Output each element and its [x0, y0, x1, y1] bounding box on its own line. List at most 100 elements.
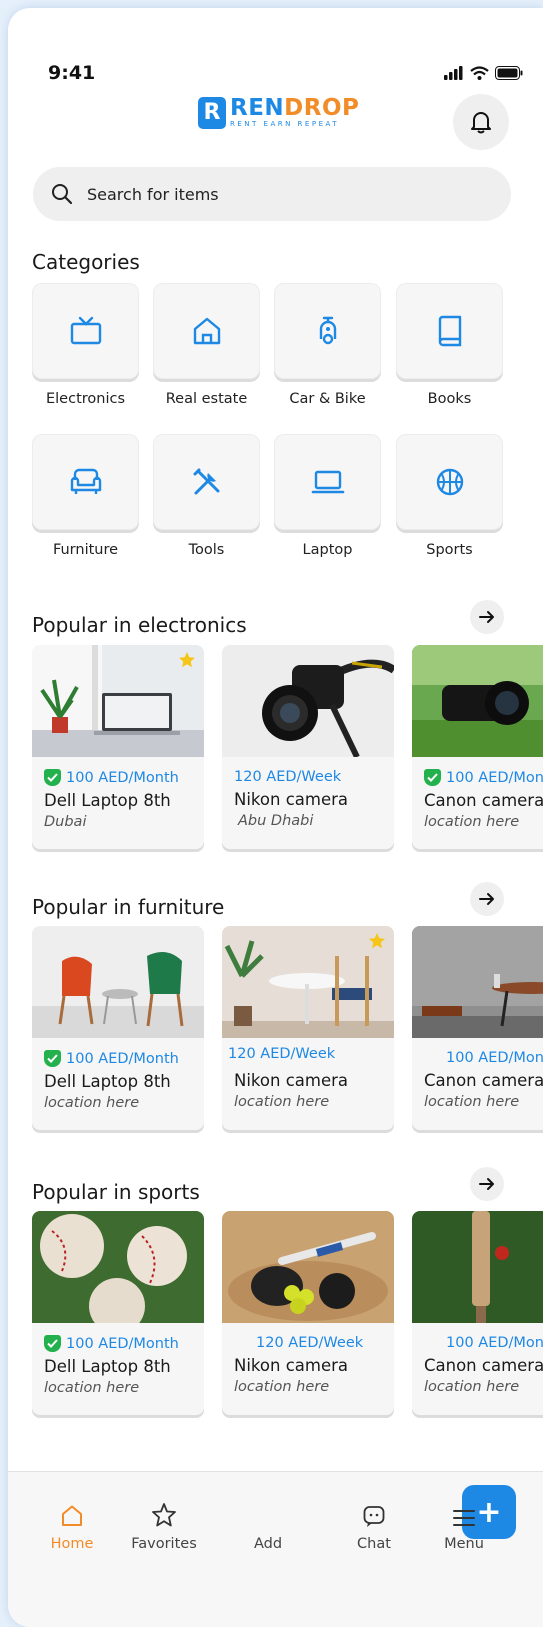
- product-card[interactable]: 120 AED/Week Nikon camera location here: [222, 926, 394, 1130]
- price-row: 100 AED/Month: [424, 769, 543, 786]
- category-label: Real estate: [165, 391, 248, 407]
- product-name: Dell Laptop 8th: [44, 791, 171, 810]
- see-all-sports-button[interactable]: [470, 1167, 504, 1201]
- wifi-icon: [470, 66, 489, 80]
- table-photo: [222, 926, 394, 1038]
- price-row: 120 AED/Week: [234, 769, 394, 785]
- price-row: 120 AED/Week: [256, 1335, 394, 1351]
- chairs-photo: [32, 926, 204, 1038]
- categories-title: Categories: [32, 250, 140, 274]
- product-card[interactable]: 120 AED/Week Nikon camera location here: [222, 1211, 394, 1415]
- book-icon: [438, 315, 461, 347]
- nav-label: Add: [253, 1536, 283, 1552]
- section-title: Popular in sports: [32, 1180, 200, 1204]
- product-location: location here: [234, 1094, 330, 1110]
- status-icons: [444, 66, 523, 80]
- product-location: location here: [424, 814, 520, 830]
- section-title: Popular in electronics: [32, 613, 247, 637]
- product-name: Canon camera: [424, 1356, 543, 1375]
- price-row: 100 AED/Month: [44, 769, 204, 786]
- star-icon[interactable]: [368, 932, 386, 950]
- tools-icon: [193, 468, 219, 495]
- category-books[interactable]: Books: [396, 283, 503, 407]
- nav-label: Chat: [357, 1536, 391, 1552]
- category-laptop[interactable]: Laptop: [274, 434, 381, 558]
- arrow-right-icon: [479, 1178, 494, 1190]
- product-card[interactable]: 100 AED/Month Dell Laptop 8th location h…: [32, 1211, 204, 1415]
- category-sports[interactable]: Sports: [396, 434, 503, 558]
- product-card[interactable]: 100 AED/Month Dell Laptop 8th location h…: [32, 926, 204, 1130]
- nav-label: Home: [50, 1536, 94, 1552]
- price: 100 AED/Month: [66, 1335, 179, 1352]
- notifications-button[interactable]: [453, 94, 509, 150]
- category-car-bike[interactable]: Car & Bike: [274, 283, 381, 407]
- laptop-icon: [311, 470, 344, 494]
- nav-favorites[interactable]: Favorites: [124, 1500, 204, 1552]
- camera-grass-photo: [412, 645, 543, 757]
- stool-photo: [412, 926, 543, 1038]
- product-name: Canon camera: [424, 791, 543, 810]
- category-furniture[interactable]: Furniture: [32, 434, 139, 558]
- product-name: Canon camera: [424, 1071, 543, 1090]
- category-label: Laptop: [302, 542, 353, 558]
- category-label: Furniture: [52, 542, 119, 558]
- product-name: Nikon camera: [234, 1071, 348, 1090]
- price: 100 AED/Month: [446, 1335, 543, 1351]
- basketball-icon: [436, 468, 463, 496]
- product-location: location here: [44, 1380, 140, 1396]
- price-row: 100 AED/Month: [44, 1335, 204, 1352]
- app-screen: 9:41 R RENDROP RENT EARN REPEAT Categori…: [8, 8, 543, 1627]
- product-location: Dubai: [44, 814, 87, 830]
- search-input[interactable]: [87, 184, 467, 204]
- verified-icon: [424, 769, 441, 786]
- category-label: Tools: [188, 542, 225, 558]
- nav-add[interactable]: + Add: [228, 1485, 516, 1552]
- nav-menu[interactable]: Menu: [424, 1500, 504, 1552]
- product-card[interactable]: 120 AED/Week Nikon camera Abu Dhabi: [222, 645, 394, 849]
- arrow-right-icon: [479, 893, 494, 905]
- arrow-right-icon: [479, 611, 494, 623]
- product-card[interactable]: 100 AED/Month Canon camera location here: [412, 645, 543, 849]
- battery-icon: [495, 66, 523, 80]
- product-location: location here: [424, 1379, 520, 1395]
- baseballs-photo: [32, 1211, 204, 1323]
- category-label: Car & Bike: [289, 391, 366, 407]
- status-bar: 9:41: [8, 60, 543, 90]
- nav-label: Menu: [444, 1536, 484, 1552]
- category-real-estate[interactable]: Real estate: [153, 283, 260, 407]
- baseball-gear-photo: [222, 1211, 394, 1323]
- verified-icon: [44, 769, 61, 786]
- price-row: 120 AED/Week: [228, 1046, 394, 1062]
- star-icon[interactable]: [178, 651, 196, 669]
- home-icon: [62, 1505, 82, 1526]
- product-card[interactable]: 100 AED/Month Canon camera location here: [412, 926, 543, 1130]
- logo-wordmark: RENDROP: [230, 95, 360, 121]
- search-bar[interactable]: [33, 167, 511, 221]
- search-icon: [52, 184, 73, 205]
- signal-icon: [444, 66, 463, 80]
- price-row: 100 AED/Month: [446, 1050, 543, 1066]
- tv-icon: [70, 316, 101, 345]
- product-location: location here: [234, 1379, 330, 1395]
- nav-chat[interactable]: Chat: [334, 1500, 414, 1552]
- price: 100 AED/Month: [66, 1050, 179, 1067]
- product-name: Dell Laptop 8th: [44, 1072, 171, 1091]
- see-all-electronics-button[interactable]: [470, 600, 504, 634]
- nav-home[interactable]: Home: [32, 1500, 112, 1552]
- product-name: Nikon camera: [234, 790, 348, 809]
- category-electronics[interactable]: Electronics: [32, 283, 139, 407]
- verified-icon: [44, 1335, 61, 1352]
- product-location: Abu Dhabi: [238, 813, 314, 829]
- home-icon: [193, 317, 220, 345]
- price: 100 AED/Month: [446, 1050, 543, 1066]
- sofa-icon: [70, 468, 101, 494]
- price: 120 AED/Week: [228, 1046, 336, 1062]
- category-tools[interactable]: Tools: [153, 434, 260, 558]
- price-row: 100 AED/Month: [44, 1050, 204, 1067]
- product-card[interactable]: 100 AED/Month Canon camera location here: [412, 1211, 543, 1415]
- logo-mark: R: [198, 96, 226, 129]
- see-all-furniture-button[interactable]: [470, 882, 504, 916]
- price: 120 AED/Week: [256, 1335, 364, 1351]
- product-card[interactable]: 100 AED/Month Dell Laptop 8th Dubai: [32, 645, 204, 849]
- price-row: 100 AED/Month: [446, 1335, 543, 1351]
